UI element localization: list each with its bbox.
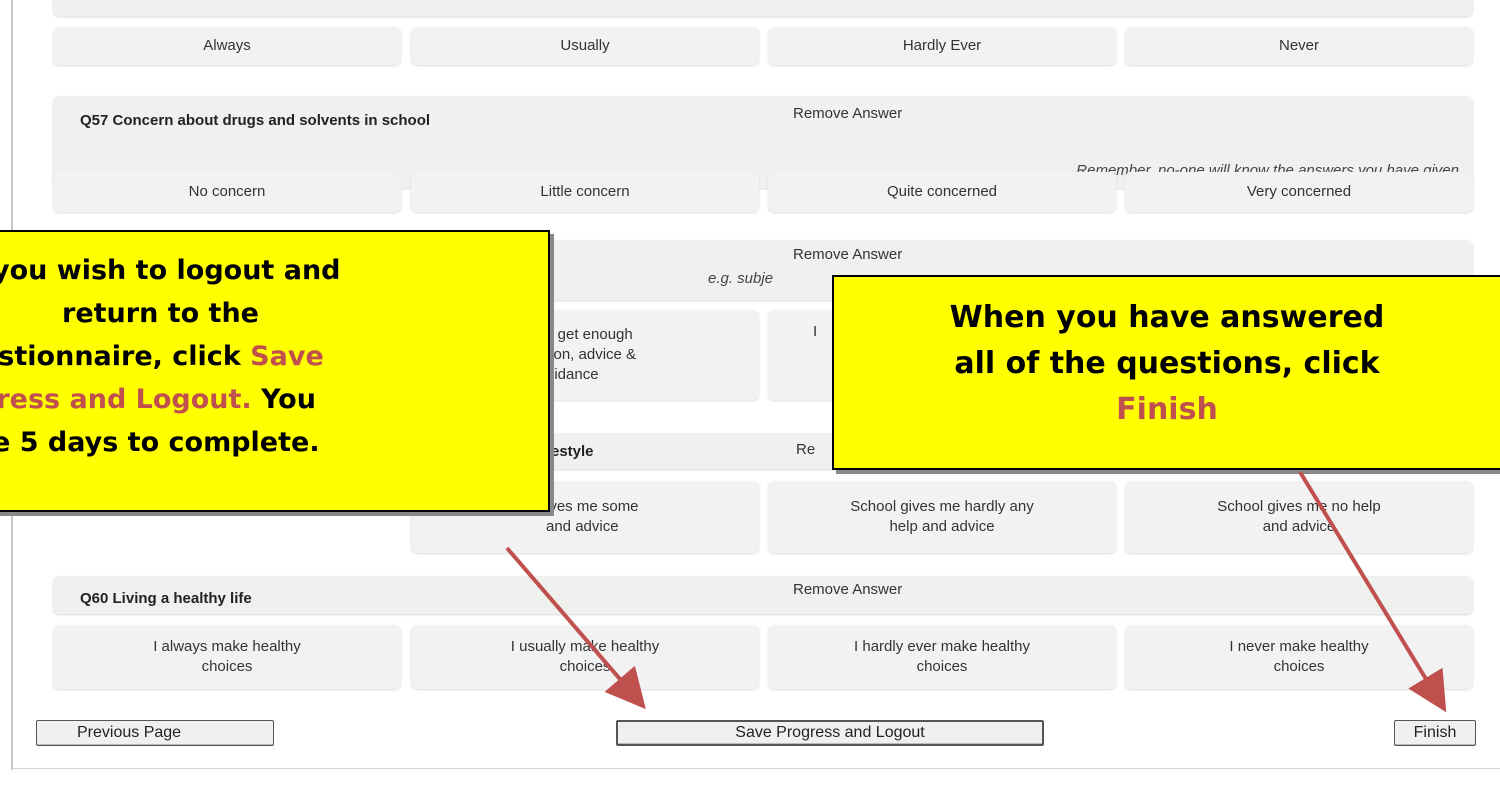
annotation-arrows [505,470,1447,713]
arrow-to-save-button [505,546,646,710]
arrow-to-finish-button [1298,470,1447,713]
